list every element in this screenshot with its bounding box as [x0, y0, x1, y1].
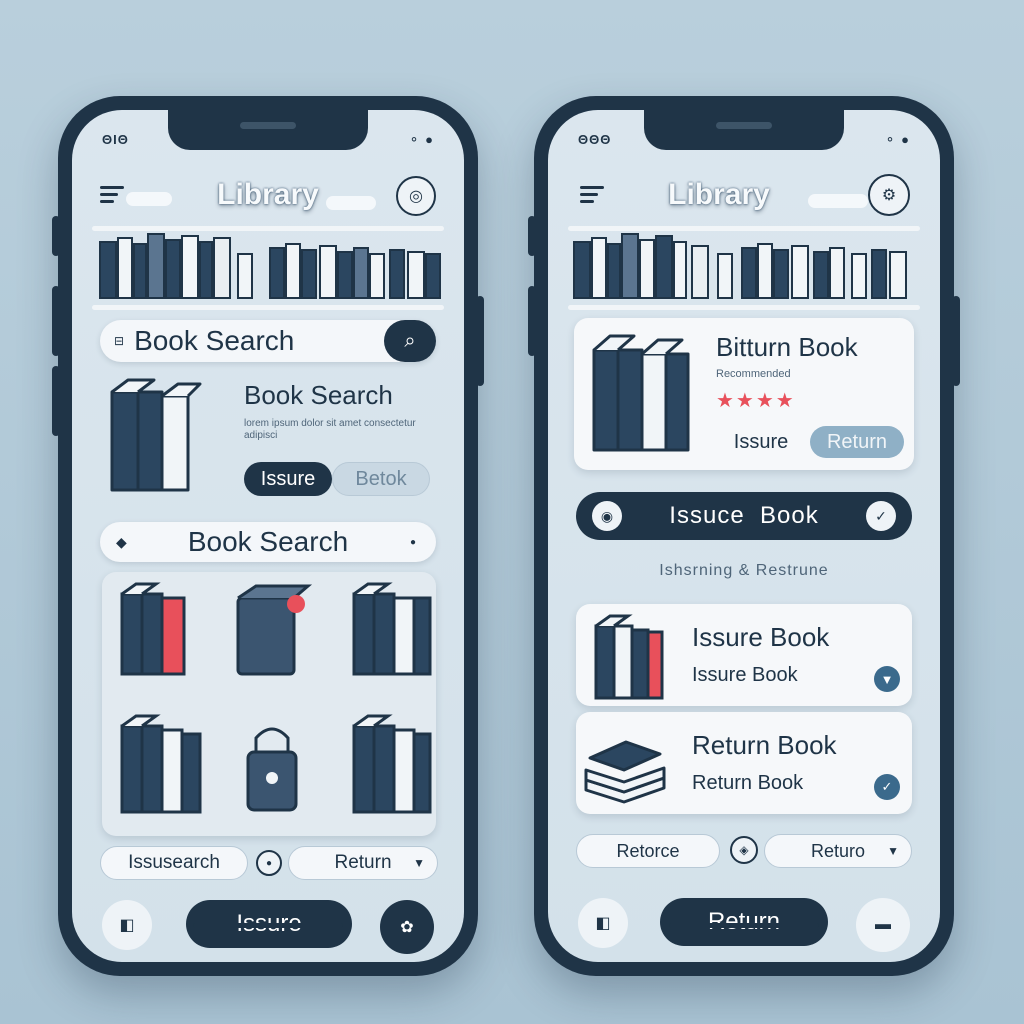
- status-icons-right: ⚬ ●: [408, 132, 434, 147]
- item-title: Return Book: [692, 730, 837, 760]
- search-input[interactable]: ⊟ Book Search ⌕: [100, 320, 436, 362]
- book-grid: [102, 572, 436, 836]
- shield-icon[interactable]: ◈: [730, 836, 758, 864]
- screen-right: ΘΘΘ ⚬ ● Library ⚙ Bitturn Book Recommend…: [548, 110, 940, 962]
- book-icon: [584, 740, 666, 804]
- settings-icon[interactable]: ⚙: [868, 174, 910, 216]
- volume-button: [52, 286, 60, 356]
- status-icons: ΘΘΘ: [578, 132, 612, 147]
- check-icon[interactable]: ▼: [874, 666, 900, 692]
- volume-button: [52, 366, 60, 436]
- restore-button[interactable]: Retorce: [576, 834, 720, 868]
- card-subtitle: Recommended: [716, 368, 791, 380]
- home-indicator: [669, 923, 819, 928]
- books-icon: [573, 233, 907, 299]
- issue-button[interactable]: Issure: [244, 462, 332, 496]
- notch: [644, 110, 844, 150]
- return-filter-button[interactable]: Return ▼: [288, 846, 438, 880]
- second-search-label: Book Search: [187, 526, 349, 557]
- return-button[interactable]: Return: [810, 426, 904, 458]
- chevron-down-icon: ▼: [413, 856, 425, 870]
- search-label: Book Search: [134, 325, 295, 356]
- book-icon: ◉: [592, 501, 622, 531]
- library-icon[interactable]: ◧: [102, 900, 152, 950]
- issue-button[interactable]: Issure: [714, 426, 808, 458]
- book-search-button[interactable]: ◆ Book Search ●: [100, 522, 436, 562]
- screen-left: ΘΙΘ ⚬ ● Library ◎ ⊟ Book Search ⌕ Book S…: [72, 110, 464, 962]
- book-icon[interactable]: [116, 580, 196, 680]
- volume-button: [528, 286, 536, 356]
- library-icon[interactable]: ◧: [578, 898, 628, 948]
- book-stack-icon: [110, 378, 202, 492]
- home-indicator: [193, 923, 343, 928]
- featured-book[interactable]: Book Search lorem ipsum dolor sit amet c…: [100, 372, 436, 502]
- books-icon: [99, 233, 441, 299]
- bookmark-icon[interactable]: [228, 580, 318, 680]
- rating-stars: ★★★★: [716, 390, 796, 412]
- book-icon[interactable]: [348, 712, 438, 822]
- return-book-item[interactable]: Return Book Return Book ✓: [576, 712, 912, 814]
- card-title: Bitturn Book: [716, 332, 858, 362]
- search-icon[interactable]: ⌕: [384, 320, 436, 362]
- power-button: [476, 296, 484, 386]
- power-button: [952, 296, 960, 386]
- lock-icon[interactable]: [232, 712, 312, 822]
- item-subtitle: Issure Book: [692, 664, 798, 686]
- book-icon: [594, 614, 664, 700]
- book-stack-icon: [592, 334, 690, 452]
- notch: [168, 110, 368, 150]
- featured-description: lorem ipsum dolor sit amet consectetur a…: [244, 418, 416, 441]
- return-main-button[interactable]: Return: [660, 898, 828, 946]
- check-icon[interactable]: ✓: [874, 774, 900, 800]
- info-icon[interactable]: ●: [256, 850, 282, 876]
- phone-right: ΘΘΘ ⚬ ● Library ⚙ Bitturn Book Recommend…: [528, 96, 960, 976]
- volume-button: [52, 216, 60, 256]
- return-button[interactable]: Betok: [332, 462, 430, 496]
- issue-book-item[interactable]: Issure Book Issure Book ▼: [576, 604, 912, 706]
- header: Library ⚙: [548, 174, 940, 218]
- phone-left: ΘΙΘ ⚬ ● Library ◎ ⊟ Book Search ⌕ Book S…: [52, 96, 484, 976]
- status-icons: ΘΙΘ: [102, 132, 129, 147]
- book-open-icon[interactable]: ▬: [856, 898, 910, 952]
- book-detail-card[interactable]: Bitturn Book Recommended ★★★★ Issure Ret…: [574, 318, 914, 470]
- settings-icon[interactable]: ✿: [380, 900, 434, 954]
- item-title: Issure Book: [692, 622, 830, 652]
- issue-search-button[interactable]: Issusearch: [100, 846, 248, 880]
- issue-book-banner[interactable]: ◉ Issuce Book ✓: [576, 492, 912, 540]
- check-icon: ✓: [866, 501, 896, 531]
- book-icon[interactable]: [348, 580, 438, 680]
- bookshelf-banner: [92, 226, 444, 310]
- section-heading: Ishsrning & Restrune: [659, 562, 829, 579]
- status-icons-right: ⚬ ●: [884, 132, 910, 147]
- bookshelf-banner: [568, 226, 920, 310]
- return-filter-button[interactable]: Returo ▼: [764, 834, 912, 868]
- volume-button: [528, 216, 536, 256]
- chevron-down-icon: ▼: [887, 844, 899, 858]
- header: Library ◎: [72, 174, 464, 218]
- item-subtitle: Return Book: [692, 772, 804, 794]
- featured-title: Book Search: [244, 380, 393, 410]
- book-icon[interactable]: [116, 712, 206, 822]
- profile-button[interactable]: ◎: [396, 176, 436, 216]
- filter-icon: ⊟: [114, 334, 125, 348]
